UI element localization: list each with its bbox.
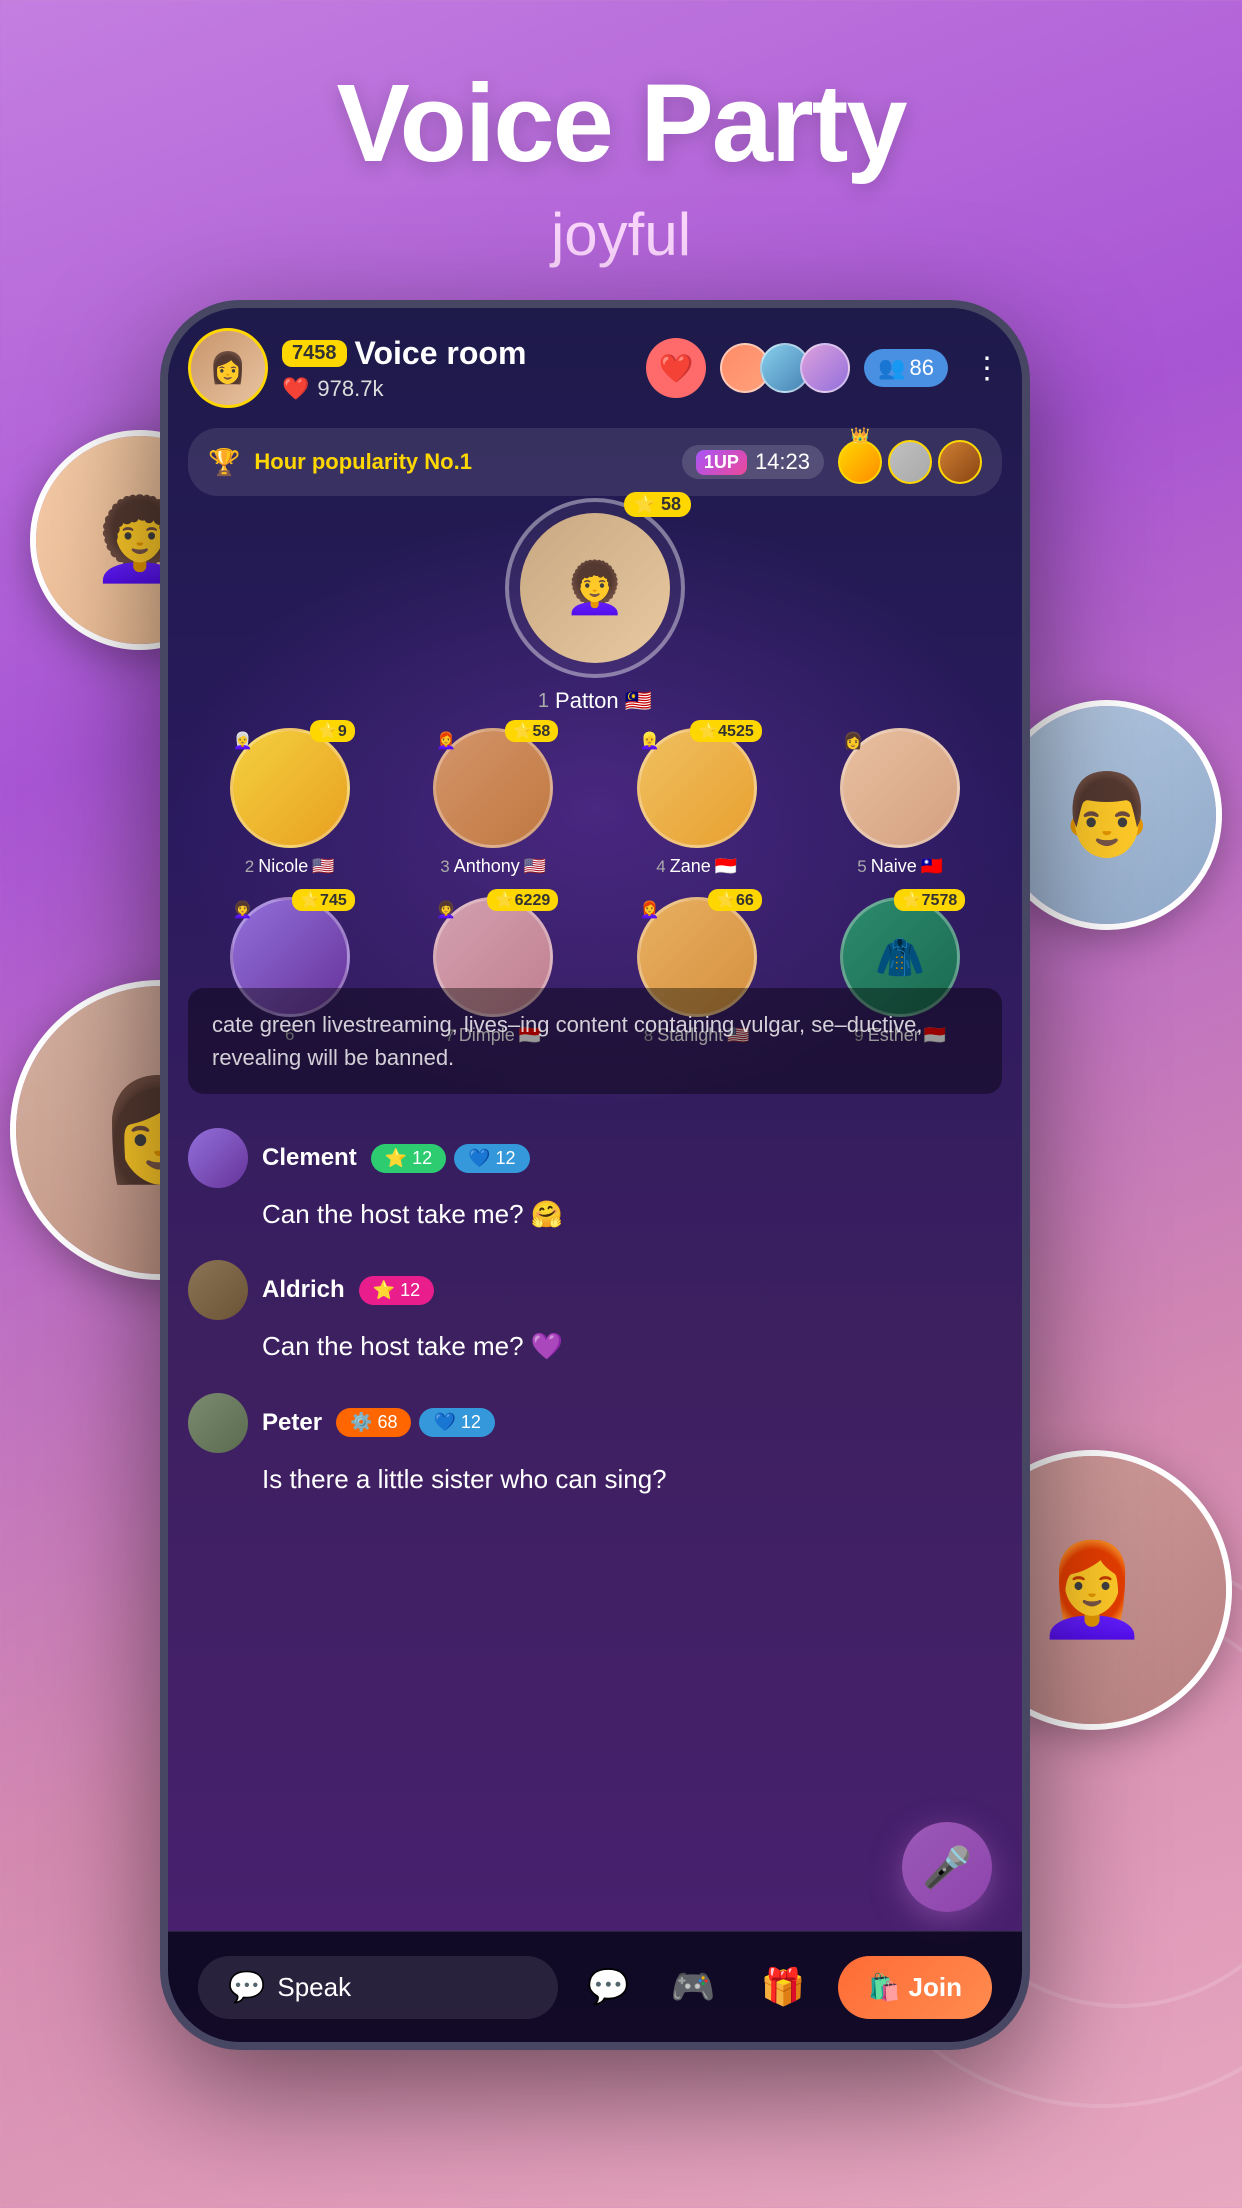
chat-badges-peter: ⚙️ 68 💙 12	[336, 1408, 495, 1437]
bottom-bar: 💬 Speak 💬 🎮 🎁 🛍️ Join	[168, 1931, 1022, 2042]
nicole-avatar: 👩‍🦳	[230, 728, 350, 848]
host-avatar-large: 👩‍🦱	[520, 513, 670, 663]
chat-username-peter: Peter	[262, 1409, 322, 1437]
notice-text: cate green livestreaming, lives–ing cont…	[212, 1012, 923, 1070]
naive-avatar: 👩	[840, 728, 960, 848]
host-ring: 👩‍🦱 ⭐ 58	[505, 498, 685, 678]
naive-label: 5 Naive 🇹🇼	[857, 856, 943, 877]
speak-icon: 💬	[228, 1970, 265, 2005]
game-icon-button[interactable]: 🎮	[658, 1952, 728, 2022]
participant-naive: 👩 5 Naive 🇹🇼	[809, 728, 993, 877]
popularity-bar: 🏆 Hour popularity No.1 1UP 14:23 👑	[188, 428, 1002, 496]
host-star-badge: ⭐ 58	[624, 492, 691, 517]
hero-title: Voice Party	[0, 60, 1242, 187]
crown-icon-1: 👑	[850, 426, 870, 446]
follower-count: 978.7k	[317, 376, 383, 402]
host-slot: 👩‍🦱 ⭐ 58 1 Patton 🇲🇾	[505, 498, 685, 714]
zane-label: 4 Zane 🇮🇩	[656, 856, 737, 877]
dimple-badge: ⭐6229	[487, 889, 559, 911]
viewer-avatars	[720, 343, 850, 393]
badge-blue-2: 💙 12	[419, 1408, 494, 1437]
chat-text-aldrich: Can the host take me? 💜	[188, 1328, 1002, 1364]
chat-badges-clement: ⭐ 12 💙 12	[371, 1144, 530, 1173]
badge-orange-1: ⚙️ 68	[336, 1408, 411, 1437]
count-number: 86	[910, 355, 934, 381]
zane-badge: ⭐4525	[690, 720, 762, 742]
zane-avatar: 👱‍♀️	[637, 728, 757, 848]
chat-user-row-1: Clement ⭐ 12 💙 12	[188, 1128, 1002, 1188]
nicole-badge: ⭐9	[310, 720, 355, 742]
chat-username-aldrich: Aldrich	[262, 1276, 345, 1304]
host-avatar[interactable]: 👩	[188, 328, 268, 408]
nicole-label: 2 Nicole 🇺🇸	[245, 856, 335, 877]
join-label: Join	[909, 1972, 962, 2003]
follow-button[interactable]: ❤️	[646, 338, 706, 398]
anthony-label: 3 Anthony 🇺🇸	[440, 856, 546, 877]
participant-zane: 👱‍♀️ ⭐4525 4 Zane 🇮🇩	[605, 728, 789, 877]
chat-section: Clement ⭐ 12 💙 12 Can the host take me? …	[188, 1128, 1002, 1525]
badge-blue-1: 💙 12	[454, 1144, 529, 1173]
phone-screen: 👩 7458 Voice room ❤️ 978.7k ❤️ 👥	[168, 308, 1022, 2042]
trophy-icon: 🏆	[208, 447, 240, 478]
chat-message-2: Aldrich ⭐ 12 Can the host take me? 💜	[188, 1260, 1002, 1364]
host-flag: 🇲🇾	[625, 688, 652, 714]
chat-user-row-2: Aldrich ⭐ 12	[188, 1260, 1002, 1320]
chat-username-clement: Clement	[262, 1144, 357, 1172]
trophy-av-2	[888, 440, 932, 484]
chat-icon-button[interactable]: 💬	[578, 1957, 638, 2017]
room-stats: ❤️ 978.7k	[282, 376, 632, 402]
participant-anthony: 👩‍🦰 ⭐58 3 Anthony 🇺🇸	[402, 728, 586, 877]
viewer-count: 👥 86	[864, 349, 948, 387]
chat-avatar-peter	[188, 1393, 248, 1453]
starlight-badge: ⭐66	[708, 889, 762, 911]
badge-pink-1: ⭐ 12	[359, 1276, 434, 1305]
trophy-av-3	[938, 440, 982, 484]
host-label: 1 Patton 🇲🇾	[538, 688, 652, 714]
slot6-badge: ⭐745	[292, 889, 355, 911]
speak-label: Speak	[277, 1972, 351, 2003]
mic-float-button[interactable]: 🎤	[902, 1822, 992, 1912]
participant-nicole: 👩‍🦳 ⭐9 2 Nicole 🇺🇸	[198, 728, 382, 877]
badge-green-1: ⭐ 12	[371, 1144, 446, 1173]
chat-user-row-3: Peter ⚙️ 68 💙 12	[188, 1393, 1002, 1453]
more-button[interactable]: ⋮	[972, 351, 1002, 386]
join-button[interactable]: 🛍️ Join	[838, 1956, 992, 2019]
room-name: Voice room	[355, 335, 527, 372]
phone-mockup: 👩 7458 Voice room ❤️ 978.7k ❤️ 👥	[160, 300, 1030, 2050]
score-badge: 7458	[282, 340, 347, 367]
up-badge: 1UP	[696, 450, 747, 475]
chat-message-3: Peter ⚙️ 68 💙 12 Is there a little siste…	[188, 1393, 1002, 1497]
speak-button[interactable]: 💬 Speak	[198, 1956, 558, 2019]
people-icon: 👥	[878, 355, 905, 381]
heart-icon: ❤️	[282, 376, 309, 402]
chat-avatar-clement	[188, 1128, 248, 1188]
host-name: Patton	[555, 688, 619, 714]
trophy-avatars: 👑	[838, 440, 982, 484]
chat-text-clement: Can the host take me? 🤗	[188, 1196, 1002, 1232]
timer-section: 1UP 14:23	[682, 445, 824, 479]
timer-text: 14:23	[755, 449, 810, 475]
hero-subtitle: joyful	[0, 200, 1242, 269]
notice-banner: cate green livestreaming, lives–ing cont…	[188, 988, 1002, 1094]
popularity-text: Hour popularity No.1	[254, 449, 668, 475]
viewer-avatar-3	[800, 343, 850, 393]
esther-badge: ⭐7578	[894, 889, 966, 911]
room-badge: 7458 Voice room	[282, 335, 632, 372]
chat-message-1: Clement ⭐ 12 💙 12 Can the host take me? …	[188, 1128, 1002, 1232]
host-pos: 1	[538, 690, 549, 713]
chat-text-peter: Is there a little sister who can sing?	[188, 1461, 1002, 1497]
gift-icon-button[interactable]: 🎁	[748, 1952, 818, 2022]
chat-avatar-aldrich	[188, 1260, 248, 1320]
room-info: 7458 Voice room ❤️ 978.7k	[282, 335, 632, 402]
anthony-avatar: 👩‍🦰	[433, 728, 553, 848]
anthony-badge: ⭐58	[505, 720, 559, 742]
trophy-av-1	[838, 440, 882, 484]
join-icon: 🛍️	[868, 1972, 900, 2003]
chat-badges-aldrich: ⭐ 12	[359, 1276, 434, 1305]
room-header: 👩 7458 Voice room ❤️ 978.7k ❤️ 👥	[188, 328, 1002, 408]
